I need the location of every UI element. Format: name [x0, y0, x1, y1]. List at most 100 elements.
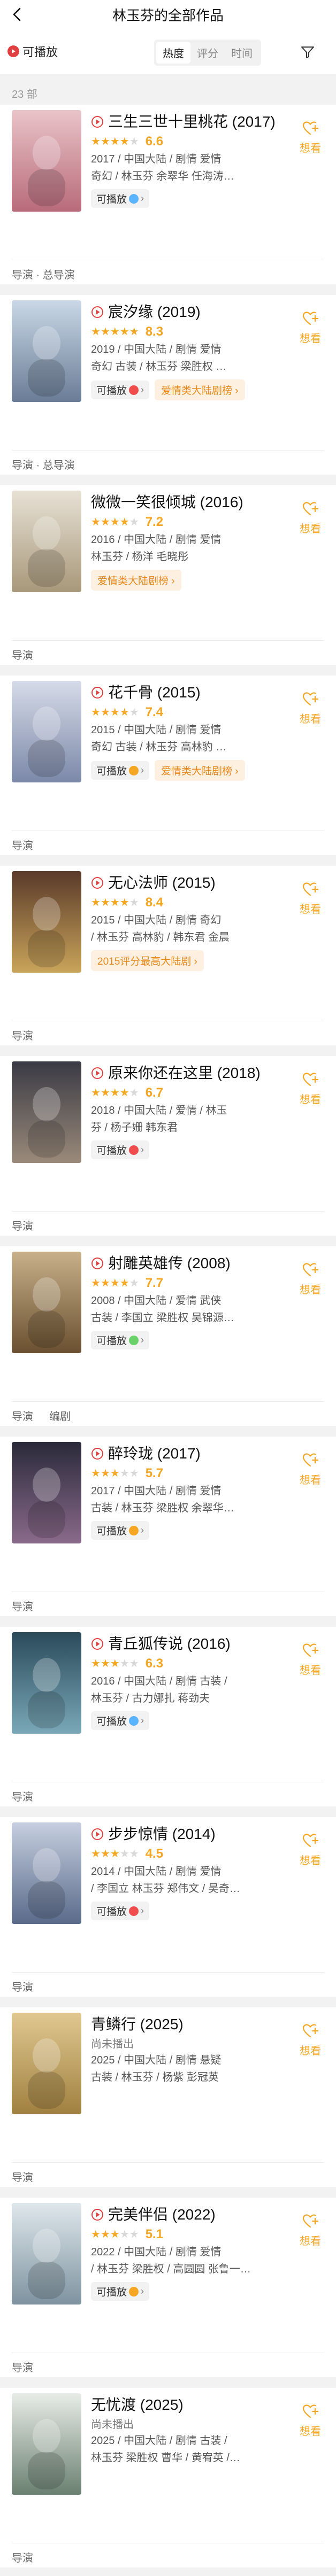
- star-icon: ★: [129, 1087, 139, 1099]
- work-title: 三生三世十里桃花 (2017): [108, 113, 276, 130]
- work-title-row[interactable]: 醉玲珑 (2017): [91, 1444, 284, 1463]
- want-to-watch-button[interactable]: 想看: [294, 311, 326, 345]
- role-line: 导演: [12, 1978, 49, 1994]
- work-item[interactable]: 醉玲珑 (2017) ★ ★ ★ ★ ★ 5.7 2017 / 中国大陆 / 剧情 爱情 古装 …: [0, 1437, 336, 1616]
- role-label: 导演 · 总导演: [12, 460, 75, 471]
- work-item[interactable]: 步步惊情 (2014) ★ ★ ★ ★ ★ 4.5 2014 / 中国大陆 / 剧情 爱情 / …: [0, 1817, 336, 1997]
- star-rating: ★ ★ ★ ★ ★: [91, 1468, 139, 1479]
- work-poster[interactable]: [12, 1632, 81, 1734]
- want-to-watch-label: 想看: [300, 713, 321, 725]
- want-to-watch-button[interactable]: 想看: [294, 1072, 326, 1106]
- work-title-row[interactable]: 原来你还在这里 (2018): [91, 1064, 284, 1083]
- role-line: 导演: [12, 1217, 49, 1233]
- star-rating: ★ ★ ★ ★ ★: [91, 517, 139, 527]
- work-poster[interactable]: [12, 871, 81, 973]
- work-title-row[interactable]: 步步惊情 (2014): [91, 1825, 284, 1844]
- rating: ★ ★ ★ ★ ★ 5.7: [91, 1465, 284, 1481]
- role-label: 导演: [12, 1030, 33, 1042]
- work-poster[interactable]: [12, 1252, 81, 1353]
- work-title-row[interactable]: 青鳞行 (2025): [91, 2015, 284, 2034]
- work-title-row[interactable]: 微微一笑很倾城 (2016): [91, 493, 284, 512]
- want-to-watch-button[interactable]: 想看: [294, 1643, 326, 1677]
- want-to-watch-button[interactable]: 想看: [294, 1262, 326, 1297]
- work-title-row[interactable]: 青丘狐传说 (2016): [91, 1634, 284, 1654]
- want-to-watch-button[interactable]: 想看: [294, 1833, 326, 1867]
- work-item[interactable]: 青丘狐传说 (2016) ★ ★ ★ ★ ★ 6.3 2016 / 中国大陆 / 剧情 古装 …: [0, 1627, 336, 1806]
- work-title-row[interactable]: 完美伴侣 (2022): [91, 2205, 284, 2224]
- work-poster[interactable]: [12, 300, 81, 402]
- want-to-watch-button[interactable]: 想看: [294, 2214, 326, 2248]
- work-poster[interactable]: [12, 2393, 81, 2495]
- work-title-row[interactable]: 花千骨 (2015): [91, 683, 284, 702]
- playable-chip[interactable]: 可播放 ›: [91, 761, 150, 780]
- work-item[interactable]: 无忧渡 (2025) 尚未播出 2025 / 中国大陆 / 剧情 古装 / 林玉芬 梁…: [0, 2388, 336, 2567]
- star-icon: ★: [110, 516, 120, 528]
- star-icon: ★: [100, 897, 110, 909]
- work-title-row[interactable]: 射雕英雄传 (2008): [91, 1254, 284, 1273]
- star-rating: ★ ★ ★ ★ ★: [91, 136, 139, 147]
- sort-tabs: 热度 评分 时间: [154, 40, 261, 66]
- work-item[interactable]: 宸汐缘 (2019) ★ ★ ★ ★ ★ 8.3 2019 / 中国大陆 / 剧情 爱情 奇幻 …: [0, 295, 336, 475]
- star-icon: ★: [129, 1848, 139, 1860]
- chevron-right-icon: ›: [141, 1715, 144, 1726]
- work-item[interactable]: 射雕英雄传 (2008) ★ ★ ★ ★ ★ 7.7 2008 / 中国大陆 / 爱情 武侠古…: [0, 1246, 336, 1426]
- playable-chip[interactable]: 可播放 ›: [91, 189, 150, 208]
- work-meta-line: / 林玉芬 高林豹 / 韩东君 金晨: [91, 932, 230, 943]
- tab-time[interactable]: 时间: [225, 42, 259, 64]
- work-title-row[interactable]: 无心法师 (2015): [91, 873, 284, 893]
- rank-tag[interactable]: 爱情类大陆剧榜 ›: [155, 760, 245, 781]
- back-arrow-icon[interactable]: [10, 6, 26, 22]
- source-logo-icon: [129, 1716, 139, 1726]
- work-title: 宸汐缘 (2019): [108, 304, 201, 320]
- playable-chip[interactable]: 可播放 ›: [91, 1521, 150, 1540]
- tab-rating[interactable]: 评分: [190, 42, 225, 64]
- chevron-right-icon: ›: [141, 384, 144, 395]
- work-poster[interactable]: [12, 110, 81, 212]
- work-item[interactable]: 花千骨 (2015) ★ ★ ★ ★ ★ 7.4 2015 / 中国大陆 / 剧情 爱情 奇幻 …: [0, 676, 336, 855]
- want-to-watch-button[interactable]: 想看: [294, 2023, 326, 2058]
- want-to-watch-button[interactable]: 想看: [294, 692, 326, 726]
- want-to-watch-button[interactable]: 想看: [294, 501, 326, 536]
- work-poster[interactable]: [12, 1442, 81, 1543]
- playable-chip[interactable]: 可播放 ›: [91, 1902, 150, 1920]
- rank-tag[interactable]: 2015评分最高大陆剧 ›: [91, 950, 204, 971]
- work-title-row[interactable]: 宸汐缘 (2019): [91, 302, 284, 322]
- work-poster[interactable]: [12, 681, 81, 782]
- work-poster[interactable]: [12, 2203, 81, 2305]
- page-title: 林玉芬的全部作品: [112, 7, 224, 24]
- playable-chip[interactable]: 可播放 ›: [91, 1140, 150, 1159]
- chevron-right-icon: ›: [141, 193, 144, 204]
- want-to-watch-button[interactable]: 想看: [294, 121, 326, 155]
- work-poster[interactable]: [12, 2013, 81, 2114]
- playable-filter[interactable]: 可播放: [7, 43, 58, 60]
- want-to-watch-button[interactable]: 想看: [294, 2404, 326, 2438]
- work-poster[interactable]: [12, 491, 81, 592]
- work-title-row[interactable]: 三生三世十里桃花 (2017): [91, 112, 284, 131]
- work-item[interactable]: 原来你还在这里 (2018) ★ ★ ★ ★ ★ 6.7 2018 / 中国大陆 / 爱情 /…: [0, 1056, 336, 1236]
- playable-chip[interactable]: 可播放 ›: [91, 1711, 150, 1730]
- work-meta-line: 林玉芬 梁胜权 曹华 / 黄宥英 /…: [91, 2452, 240, 2464]
- playable-chip[interactable]: 可播放 ›: [91, 1331, 150, 1349]
- work-item[interactable]: 完美伴侣 (2022) ★ ★ ★ ★ ★ 5.1 2022 / 中国大陆 / 剧情 爱情 / …: [0, 2198, 336, 2377]
- filter-funnel-icon[interactable]: [300, 44, 316, 60]
- score: 6.7: [145, 1085, 164, 1100]
- work-poster[interactable]: [12, 1822, 81, 1924]
- work-item[interactable]: 三生三世十里桃花 (2017) ★ ★ ★ ★ ★ 6.6 2017 / 中国大陆 / 剧情 …: [0, 105, 336, 284]
- rank-tag[interactable]: 爱情类大陆剧榜 ›: [155, 379, 245, 400]
- playable-chip-label: 可播放: [96, 194, 127, 205]
- work-item[interactable]: 无心法师 (2015) ★ ★ ★ ★ ★ 8.4 2015 / 中国大陆 / 剧情 奇幻 / …: [0, 866, 336, 1045]
- want-to-watch-button[interactable]: 想看: [294, 1453, 326, 1487]
- role-label: 导演: [12, 2362, 33, 2374]
- playable-chip[interactable]: 可播放 ›: [91, 2282, 150, 2301]
- work-item[interactable]: 青鳞行 (2025) 尚未播出 2025 / 中国大陆 / 剧情 悬疑 古装 / 林玉…: [0, 2007, 336, 2187]
- work-poster[interactable]: [12, 1061, 81, 1163]
- tab-popularity[interactable]: 热度: [156, 42, 190, 64]
- work-item[interactable]: 微微一笑很倾城 (2016) ★ ★ ★ ★ ★ 7.2 2016 / 中国大陆 / 剧情 爱…: [0, 485, 336, 665]
- playable-chip[interactable]: 可播放 ›: [91, 381, 150, 399]
- want-to-watch-button[interactable]: 想看: [294, 882, 326, 916]
- role-label: 导演: [12, 1982, 33, 1993]
- star-rating: ★ ★ ★ ★ ★: [91, 1658, 139, 1669]
- rating: ★ ★ ★ ★ ★ 6.6: [91, 134, 284, 150]
- work-title-row[interactable]: 无忧渡 (2025): [91, 2395, 284, 2415]
- rank-tag[interactable]: 爱情类大陆剧榜 ›: [91, 570, 181, 591]
